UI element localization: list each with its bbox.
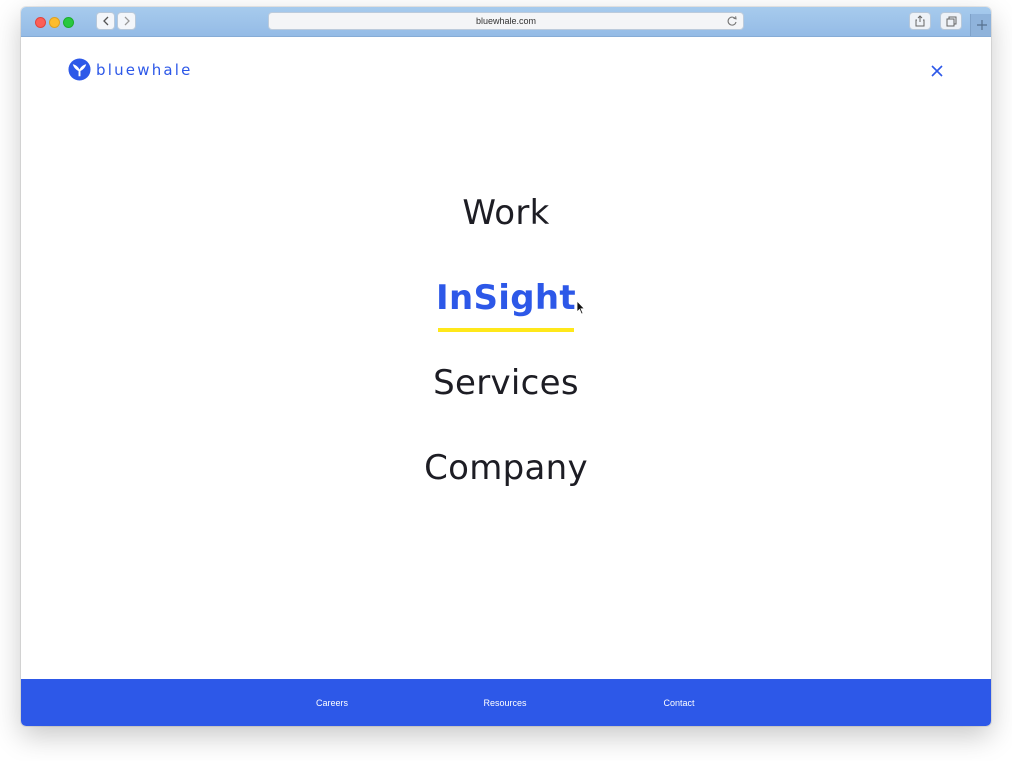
site-footer: Careers Resources Contact	[21, 679, 991, 726]
window-close-button[interactable]	[35, 17, 46, 28]
whale-tail-logo-icon	[68, 58, 91, 81]
chevron-right-icon	[124, 16, 130, 26]
menu-item-company[interactable]: Company	[21, 442, 991, 527]
mouse-pointer-icon	[576, 300, 586, 315]
reload-icon[interactable]	[726, 15, 738, 27]
footer-link-careers[interactable]: Careers	[316, 698, 348, 708]
address-bar[interactable]: bluewhale.com	[268, 12, 744, 30]
menu-item-insight[interactable]: InSight	[21, 272, 991, 357]
menu-item-label-text: InSight	[436, 278, 576, 318]
share-icon	[915, 15, 925, 27]
menu-item-label[interactable]: Services	[433, 357, 579, 409]
back-button[interactable]	[96, 12, 115, 30]
main-menu: Work InSight Services Company	[21, 187, 991, 527]
menu-item-work[interactable]: Work	[21, 187, 991, 272]
plus-icon	[976, 20, 987, 30]
browser-window: bluewhale.com bluewhale Work InSight Ser…	[21, 7, 991, 726]
footer-link-resources[interactable]: Resources	[483, 698, 526, 708]
menu-item-label[interactable]: InSight	[436, 272, 576, 332]
share-button[interactable]	[909, 12, 931, 30]
tabs-overview-icon	[946, 16, 956, 26]
menu-item-label[interactable]: Work	[462, 187, 549, 239]
menu-item-services[interactable]: Services	[21, 357, 991, 442]
forward-button[interactable]	[117, 12, 136, 30]
footer-link-contact[interactable]: Contact	[663, 698, 694, 708]
close-icon[interactable]	[930, 64, 944, 78]
web-page: bluewhale Work InSight Services Company …	[21, 37, 991, 726]
new-tab-button[interactable]	[970, 14, 991, 36]
active-underline	[438, 328, 574, 332]
browser-toolbar: bluewhale.com	[21, 7, 991, 37]
logo-wordmark: bluewhale	[96, 60, 193, 79]
window-maximize-button[interactable]	[63, 17, 74, 28]
site-logo[interactable]: bluewhale	[68, 58, 193, 81]
window-minimize-button[interactable]	[49, 17, 60, 28]
menu-item-label[interactable]: Company	[424, 442, 588, 494]
url-text: bluewhale.com	[475, 16, 537, 26]
chevron-left-icon	[102, 16, 108, 26]
show-tabs-button[interactable]	[940, 12, 962, 30]
